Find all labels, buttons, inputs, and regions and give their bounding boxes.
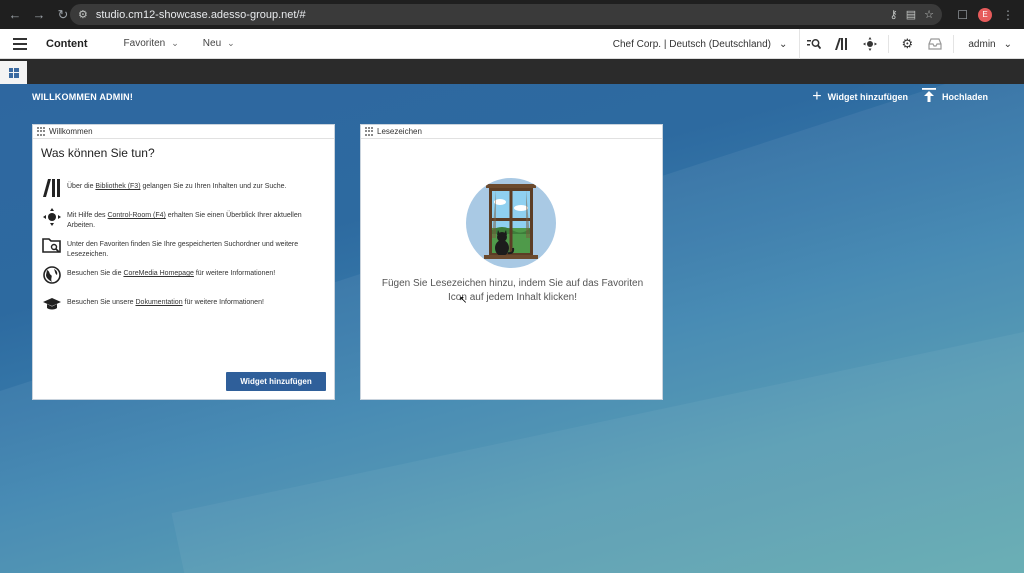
address-bar[interactable]: ⚙ studio.cm12-showcase.adesso-group.net/… — [70, 4, 942, 25]
chevron-down-icon: ⌄ — [171, 38, 179, 48]
new-menu-label: Neu — [202, 38, 222, 49]
list-item: Über die Bibliothek (F3) gelangen Sie zu… — [41, 178, 334, 207]
browser-menu-icon[interactable]: ⋮ — [1002, 8, 1014, 22]
add-widget-button[interactable]: Widget hinzufügen — [226, 372, 326, 391]
translate-icon[interactable]: ▤ — [906, 8, 916, 21]
workarea-tab-strip — [0, 59, 1024, 84]
list-item: Mit Hilfe des Control-Room (F4) erhalten… — [41, 207, 334, 236]
upload-label: Hochladen — [941, 92, 988, 102]
row-text: Über die — [67, 183, 96, 190]
new-menu[interactable]: Neu ⌄ — [203, 38, 235, 49]
library-link[interactable]: Bibliothek (F3) — [95, 183, 140, 190]
user-name: admin — [968, 38, 996, 50]
library-icon[interactable] — [828, 38, 856, 50]
welcome-widget: Willkommen Was können Sie tun? Über die … — [32, 124, 335, 400]
hamburger-menu-icon[interactable] — [0, 37, 40, 50]
list-item: Unter den Favoriten finden Sie Ihre gesp… — [41, 236, 334, 265]
list-item: Besuchen Sie unsere Dokumentation für we… — [41, 294, 334, 323]
back-icon[interactable]: ← — [6, 6, 24, 24]
mouse-cursor-icon: ↖ — [459, 295, 468, 306]
favorites-menu-label: Favoriten — [123, 38, 166, 49]
library-icon — [41, 179, 63, 197]
graduation-cap-icon — [41, 295, 63, 313]
coremedia-homepage-link[interactable]: CoreMedia Homepage — [123, 270, 193, 277]
plus-icon: + — [812, 88, 822, 105]
site-selector[interactable]: Chef Corp. | Deutsch (Deutschland) ⌄ — [613, 29, 801, 59]
site-info-icon[interactable]: ⚙ — [78, 8, 88, 21]
dashboard: WILLKOMMEN ADMIN! + Widget hinzufügen Ho… — [0, 84, 1024, 573]
chevron-down-icon: ⌄ — [227, 38, 235, 48]
extensions-icon[interactable]: ☐ — [957, 8, 968, 22]
row-text: Unter den Favoriten finden Sie Ihre gesp… — [67, 241, 299, 258]
chevron-down-icon: ⌄ — [778, 38, 788, 50]
app-header: Content Favoriten ⌄ Neu ⌄ Chef Corp. | D… — [0, 29, 1024, 59]
upload-icon — [921, 88, 936, 106]
favorites-folder-icon — [41, 237, 63, 255]
row-text: Besuchen Sie die — [67, 270, 124, 277]
row-text: Mit Hilfe des — [67, 212, 108, 219]
list-item: Besuchen Sie die CoreMedia Homepage für … — [41, 265, 334, 294]
welcome-heading: WILLKOMMEN ADMIN! — [32, 92, 134, 102]
url-text: studio.cm12-showcase.adesso-group.net/# — [95, 8, 306, 21]
globe-icon — [41, 266, 63, 284]
row-text: Besuchen Sie unsere — [67, 299, 136, 306]
row-text: für weitere Informationen! — [182, 299, 264, 306]
bookmarks-widget-title: Lesezeichen — [377, 127, 422, 136]
documentation-link[interactable]: Dokumentation — [136, 299, 183, 306]
welcome-widget-heading: Was können Sie tun? — [41, 146, 155, 160]
dashboard-toolbar: WILLKOMMEN ADMIN! + Widget hinzufügen Ho… — [0, 84, 1024, 110]
row-text: gelangen Sie zu Ihren Inhalten und zur S… — [140, 183, 287, 190]
chevron-down-icon: ⌄ — [1003, 38, 1012, 50]
bookmarks-empty-text: Fügen Sie Lesezeichen hinzu, indem Sie a… — [381, 278, 644, 303]
favorites-menu[interactable]: Favoriten ⌄ — [124, 38, 179, 49]
bookmark-star-icon[interactable]: ☆ — [924, 8, 934, 21]
password-key-icon[interactable]: ⚷ — [890, 8, 898, 21]
add-widget-toolbar-button[interactable]: + Widget hinzufügen — [812, 89, 908, 105]
search-icon[interactable] — [800, 38, 828, 50]
inbox-icon[interactable] — [921, 38, 949, 50]
upload-button[interactable]: Hochladen — [921, 88, 988, 106]
dashboard-tab-icon[interactable] — [0, 61, 27, 84]
control-room-icon — [41, 208, 63, 226]
add-widget-toolbar-label: Widget hinzufügen — [827, 92, 908, 102]
settings-gears-icon[interactable]: ⚙ — [893, 36, 921, 52]
browser-toolbar: ← → ↻ ⚙ studio.cm12-showcase.adesso-grou… — [0, 0, 1024, 29]
bookmarks-widget-header[interactable]: Lesezeichen — [361, 125, 662, 139]
bookmarks-widget: Lesezeichen Fügen Sie Lesezeichen hinzu,… — [360, 124, 663, 400]
drag-handle-icon[interactable] — [37, 127, 46, 136]
control-room-link[interactable]: Control-Room (F4) — [107, 212, 165, 219]
welcome-widget-header[interactable]: Willkommen — [33, 125, 334, 139]
toolbar-divider — [953, 35, 955, 53]
user-menu[interactable]: admin ⌄ — [958, 39, 1024, 50]
cat-window-illustration — [466, 178, 556, 268]
forward-icon[interactable]: → — [30, 6, 48, 24]
site-selector-label: Chef Corp. | Deutsch (Deutschland) — [612, 38, 771, 50]
row-text: für weitere Informationen! — [193, 270, 276, 277]
profile-avatar[interactable]: E — [978, 7, 992, 22]
toolbar-divider — [888, 35, 890, 53]
welcome-widget-title: Willkommen — [49, 127, 93, 136]
app-title[interactable]: Content — [46, 38, 88, 50]
drag-handle-icon[interactable] — [365, 127, 374, 136]
control-room-icon[interactable] — [856, 37, 884, 51]
